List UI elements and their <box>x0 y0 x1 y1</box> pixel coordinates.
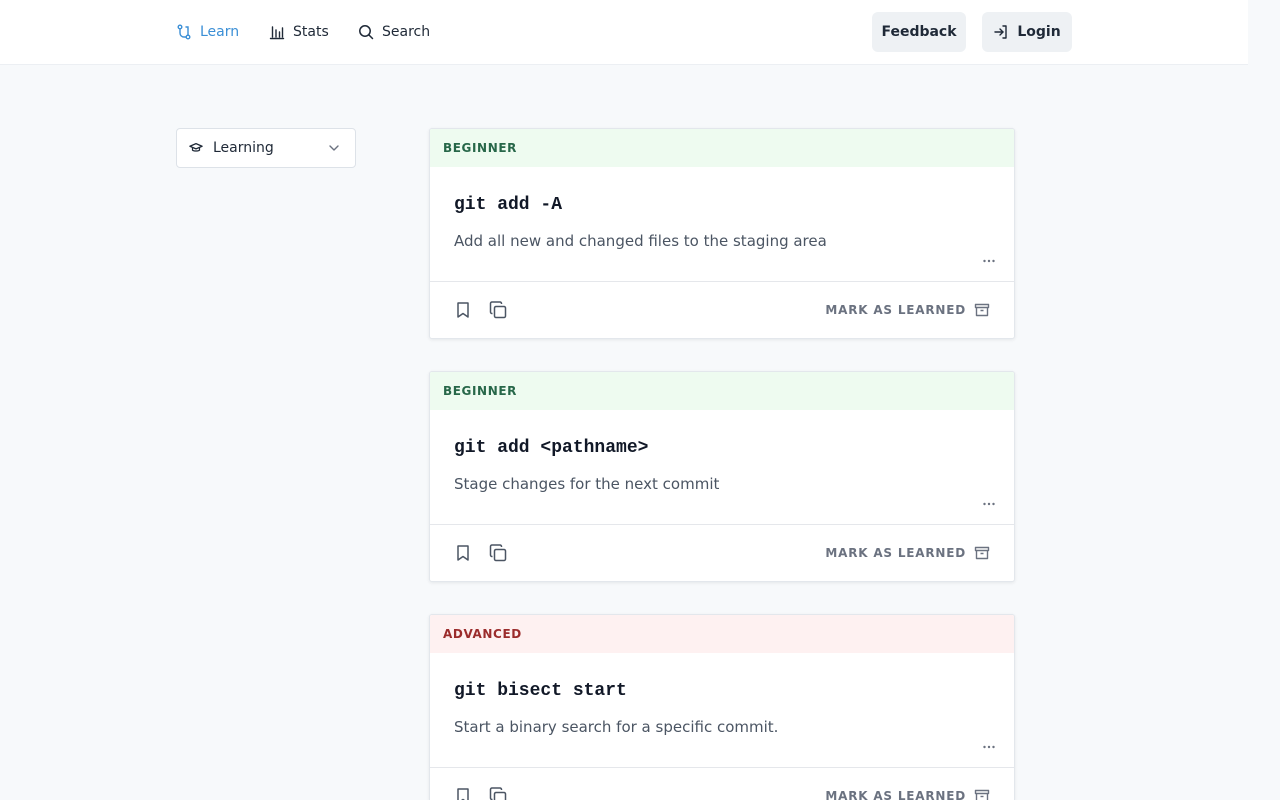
level-badge: BEGINNER <box>430 129 1014 167</box>
git-branch-icon <box>176 24 192 40</box>
bookmark-icon[interactable] <box>453 300 473 320</box>
level-badge: ADVANCED <box>430 615 1014 653</box>
command-text: git bisect start <box>454 681 627 701</box>
search-icon <box>358 24 374 40</box>
mark-as-learned-button[interactable]: MARK AS LEARNED <box>825 787 990 800</box>
command-text: git add <pathname> <box>454 438 649 458</box>
login-button[interactable]: Login <box>982 12 1072 52</box>
learning-filter-select[interactable]: Learning <box>176 128 356 168</box>
level-badge: BEGINNER <box>430 372 1014 410</box>
filter-selected-label: Learning <box>213 140 274 156</box>
graduation-cap-icon <box>189 140 205 156</box>
nav-search-label: Search <box>382 24 431 40</box>
command-text: git add -A <box>454 195 563 215</box>
archive-icon <box>974 302 990 318</box>
nav-learn-label: Learn <box>200 24 240 40</box>
nav-stats-label: Stats <box>293 24 329 40</box>
mark-as-learned-label: MARK AS LEARNED <box>825 303 966 317</box>
command-card: ADVANCED git bisect start Start a binary… <box>429 614 1015 800</box>
nav-search[interactable]: Search <box>358 20 430 44</box>
copy-icon[interactable] <box>488 543 508 563</box>
login-icon <box>993 24 1009 40</box>
more-options-icon[interactable] <box>982 253 996 267</box>
feedback-button-label: Feedback <box>881 24 957 40</box>
nav-learn[interactable]: Learn <box>176 20 239 44</box>
bar-chart-icon <box>269 24 285 40</box>
mark-as-learned-label: MARK AS LEARNED <box>825 789 966 800</box>
mark-as-learned-button[interactable]: MARK AS LEARNED <box>825 544 990 562</box>
archive-icon <box>974 788 990 800</box>
copy-icon[interactable] <box>488 786 508 800</box>
card-divider <box>430 524 1014 525</box>
mark-as-learned-button[interactable]: MARK AS LEARNED <box>825 301 990 319</box>
nav-stats[interactable]: Stats <box>269 20 329 44</box>
command-description: Start a binary search for a specific com… <box>454 718 779 736</box>
mark-as-learned-label: MARK AS LEARNED <box>825 546 966 560</box>
command-description: Stage changes for the next commit <box>454 475 720 493</box>
card-divider <box>430 767 1014 768</box>
bookmark-icon[interactable] <box>453 786 473 800</box>
command-card: BEGINNER git add <pathname> Stage change… <box>429 371 1015 582</box>
chevron-down-icon <box>327 141 341 155</box>
command-description: Add all new and changed files to the sta… <box>454 232 827 250</box>
archive-icon <box>974 545 990 561</box>
top-navbar: Learn Stats Search Feedback Login <box>0 0 1248 65</box>
command-card: BEGINNER git add -A Add all new and chan… <box>429 128 1015 339</box>
login-button-label: Login <box>1017 24 1061 40</box>
copy-icon[interactable] <box>488 300 508 320</box>
more-options-icon[interactable] <box>982 739 996 753</box>
feedback-button[interactable]: Feedback <box>872 12 966 52</box>
more-options-icon[interactable] <box>982 496 996 510</box>
bookmark-icon[interactable] <box>453 543 473 563</box>
card-divider <box>430 281 1014 282</box>
